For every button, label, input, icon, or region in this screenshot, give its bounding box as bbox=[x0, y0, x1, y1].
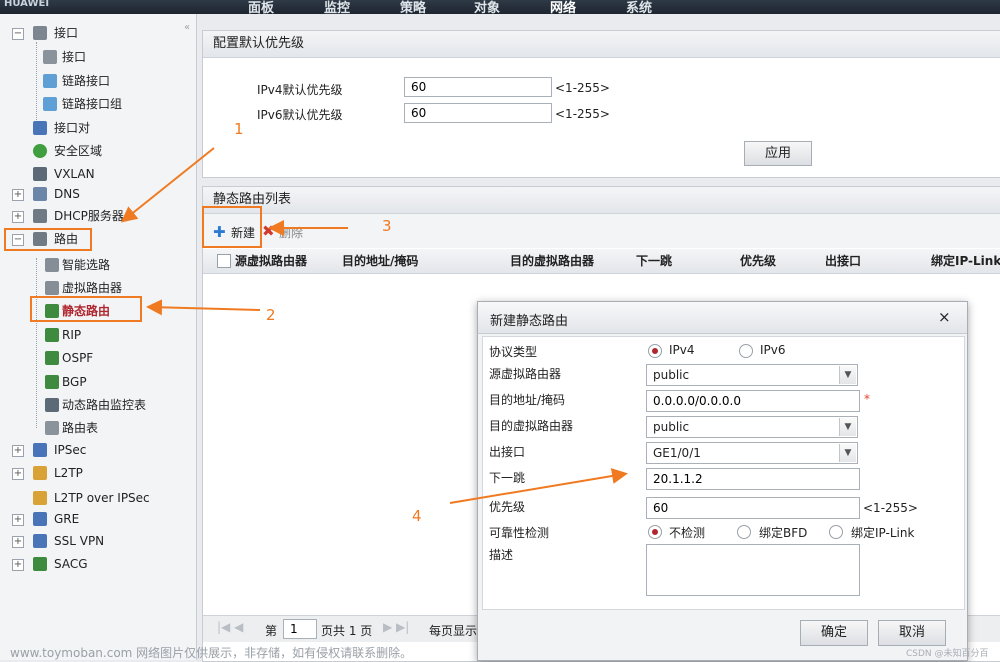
arrow-2 bbox=[146, 299, 261, 316]
arrow-4 bbox=[449, 468, 628, 504]
watermark-right: CSDN @未知百分百 bbox=[906, 649, 989, 659]
watermark-left: www.toymoban.com 网络图片仅供展示，非存储，如有侵权请联系删除。 bbox=[10, 646, 413, 660]
annotation-arrows bbox=[120, 147, 628, 504]
arrow-1 bbox=[120, 147, 215, 223]
